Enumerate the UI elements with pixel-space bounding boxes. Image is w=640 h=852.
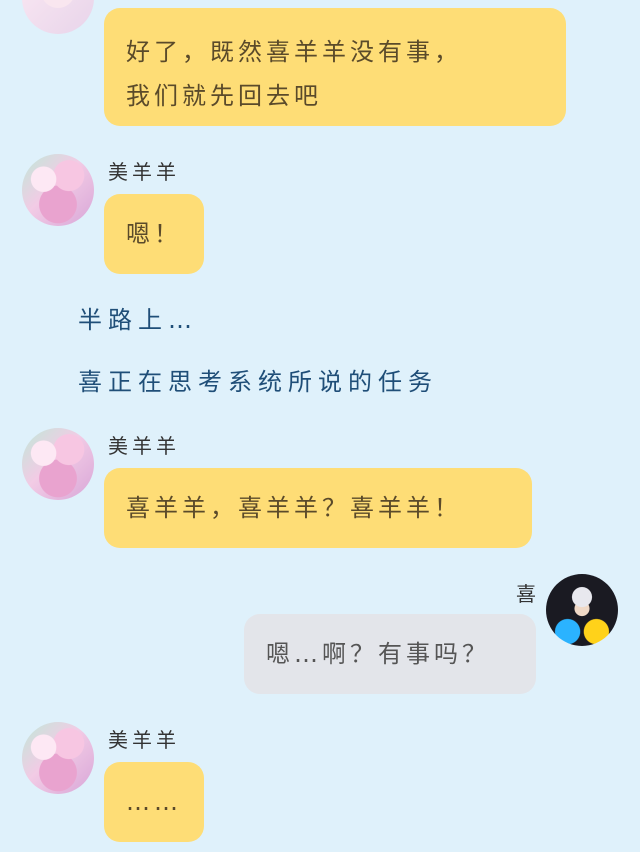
sender-name: 美羊羊: [108, 434, 180, 458]
message-bubble-2: 嗯！: [104, 194, 204, 274]
message-bubble-3: 喜羊羊，喜羊羊？喜羊羊！: [104, 468, 532, 548]
avatar-meiyangyang[interactable]: [22, 154, 94, 226]
narration-line-1: 半路上…: [78, 306, 198, 334]
message-1-line-1: 好了，既然喜羊羊没有事，: [126, 38, 462, 66]
message-bubble-1: 好了，既然喜羊羊没有事， 我们就先回去吧: [104, 8, 566, 126]
message-bubble-4: 嗯…啊？有事吗？: [244, 614, 536, 694]
sender-name: 美羊羊: [108, 160, 180, 184]
message-bubble-5: ……: [104, 762, 204, 842]
avatar-meiyangyang[interactable]: [22, 428, 94, 500]
avatar-xi[interactable]: [546, 574, 618, 646]
sender-name: 美羊羊: [108, 728, 180, 752]
sender-name: 喜: [516, 582, 540, 606]
avatar-meiyangyang[interactable]: [22, 722, 94, 794]
avatar-top-partial[interactable]: [22, 0, 94, 34]
message-1-line-2: 我们就先回去吧: [126, 82, 322, 110]
narration-line-2: 喜正在思考系统所说的任务: [78, 368, 438, 396]
